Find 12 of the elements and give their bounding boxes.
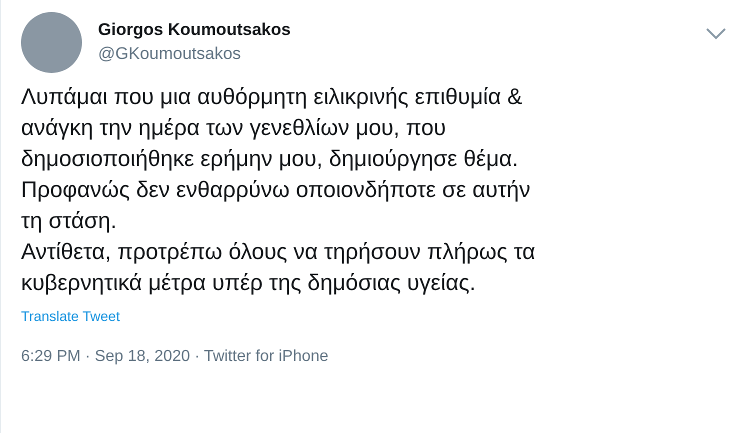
translate-tweet-link[interactable]: Translate Tweet: [21, 306, 120, 327]
tweet-text-line: ανάγκη την ημέρα των γενεθλίων μου, που: [21, 114, 446, 142]
author-handle[interactable]: @GKoumoutsakos: [98, 44, 241, 64]
tweet-text-line: κυβερνητικά μέτρα υπέρ της δημόσιας υγείας.: [21, 269, 476, 297]
tweet-timestamp: 6:29 PM · Sep 18, 2020 · Twitter for iPhone: [21, 348, 328, 365]
author-name[interactable]: Giorgos Koumoutsakos: [98, 20, 291, 40]
tweet-text-line: τη στάση.: [21, 207, 117, 235]
tweet-text-line: δημοσιοποιήθηκε ερήμην μου, δημιούργησε θέμα.: [21, 145, 518, 173]
tweet-text-line: Λυπάμαι που μια αυθόρμητη ειλικρινής επιθυμία &: [21, 83, 522, 111]
chevron-down-icon[interactable]: [706, 28, 726, 40]
tweet-text-line: Προφανώς δεν ενθαρρύνω οποιονδήποτε σε αυτήν: [21, 176, 530, 204]
tweet-text-line: Αντίθετα, προτρέπω όλους να τηρήσουν πλήρως τα: [21, 238, 536, 266]
